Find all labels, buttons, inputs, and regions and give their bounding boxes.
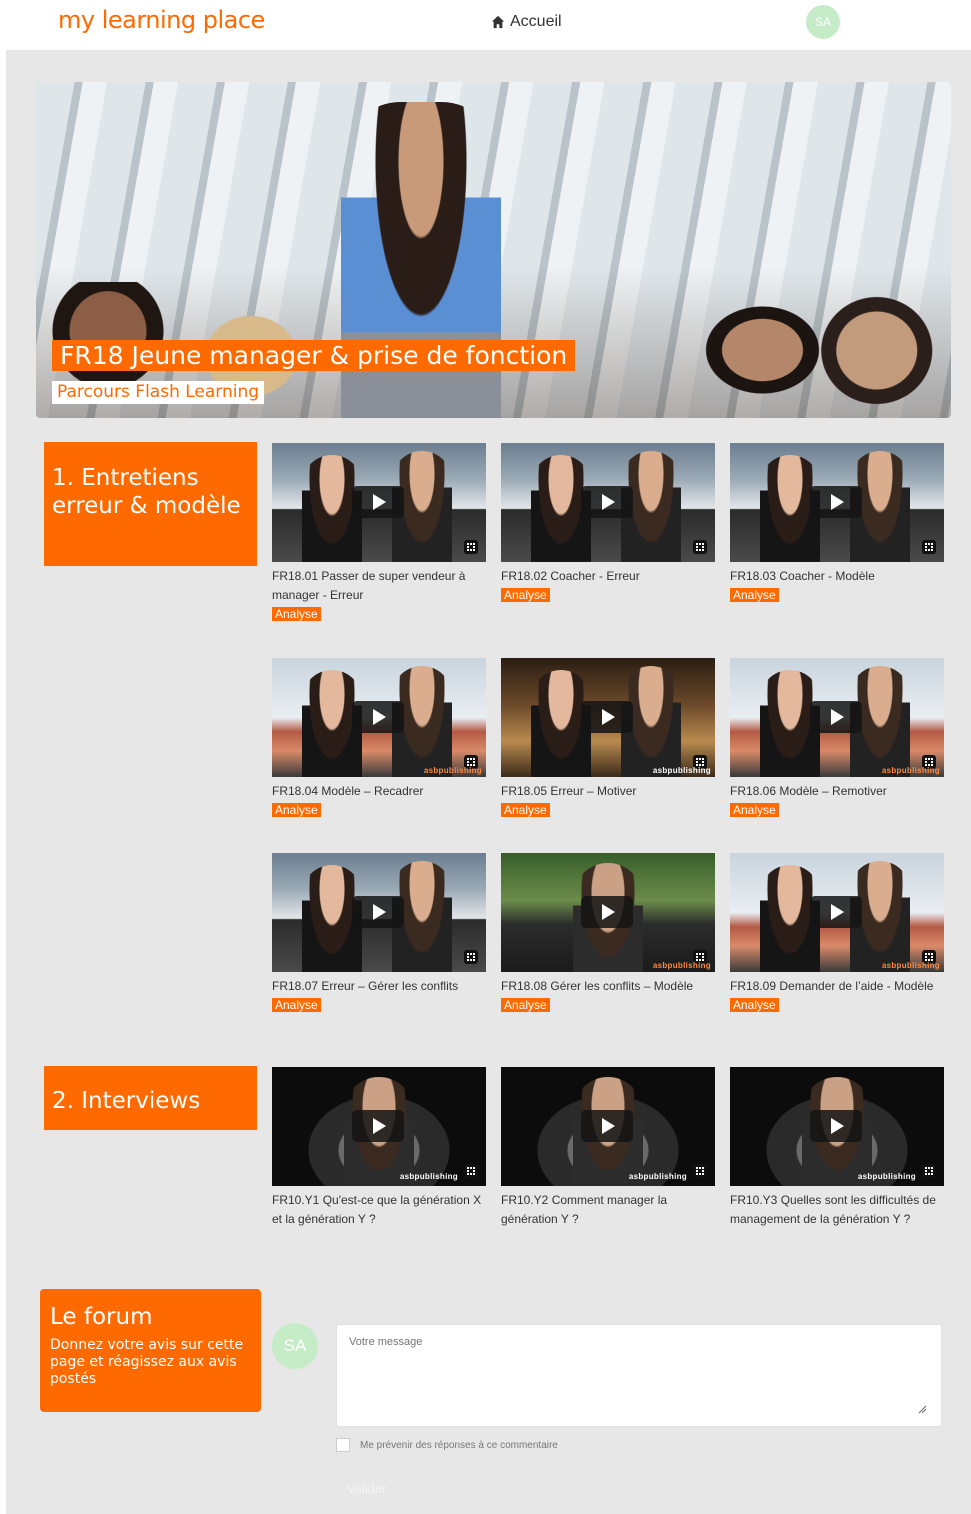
brand-watermark: asbpublishing [399,1172,458,1181]
analyse-badge[interactable]: Analyse [501,998,550,1012]
video-title[interactable]: FR18.02 Coacher - Erreur [501,567,715,586]
video-card[interactable]: FR18.01 Passer de super vendeur à manage… [272,443,486,623]
brand-watermark: asbpublishing [881,961,940,970]
brand-watermark: asbpublishing [857,1172,916,1181]
course-title: FR18 Jeune manager & prise de fonction [52,340,576,371]
play-icon[interactable] [810,486,862,518]
video-card[interactable]: FR18.03 Coacher - Modèle Analyse [730,443,944,604]
play-icon[interactable] [352,896,404,928]
analyse-badge[interactable]: Analyse [501,803,550,817]
hero-image-person [816,292,951,418]
analyse-badge[interactable]: Analyse [730,803,779,817]
nav-home-link[interactable]: Accueil [491,13,562,31]
brand-watermark: asbpublishing [881,766,940,775]
video-title[interactable]: FR18.03 Coacher - Modèle [730,567,944,586]
video-thumbnail[interactable]: asbpublishing [730,658,944,777]
fullscreen-icon[interactable] [922,1164,936,1178]
brand-watermark: asbpublishing [652,961,711,970]
notify-checkbox[interactable] [336,1438,350,1452]
play-icon[interactable] [581,486,633,518]
play-icon[interactable] [581,896,633,928]
notify-label: Me prévenir des réponses à ce commentair… [360,1439,558,1451]
video-thumbnail[interactable] [272,853,486,972]
video-thumbnail[interactable]: asbpublishing [501,1067,715,1186]
video-title[interactable]: FR18.06 Modèle – Remotiver [730,782,944,801]
section-title-entretiens: 1. Entretiens erreur & modèle [44,442,257,566]
fullscreen-icon[interactable] [464,950,478,964]
brand-watermark: asbpublishing [423,766,482,775]
message-input[interactable] [336,1324,942,1427]
play-icon[interactable] [352,701,404,733]
brand-watermark: asbpublishing [652,766,711,775]
notify-option[interactable]: Me prévenir des réponses à ce commentair… [336,1438,558,1452]
forum-description: Donnez votre avis sur cette page et réag… [50,1337,244,1387]
video-title[interactable]: FR10.Y3 Quelles sont les difficultés de … [730,1191,944,1229]
analyse-badge[interactable]: Analyse [272,607,321,621]
video-card[interactable]: asbpublishing FR18.05 Erreur – Motiver A… [501,658,715,819]
brand-watermark: asbpublishing [628,1172,687,1181]
analyse-badge[interactable]: Analyse [730,998,779,1012]
video-thumbnail[interactable]: asbpublishing [730,1067,944,1186]
video-card[interactable]: asbpublishing FR10.Y3 Quelles sont les d… [730,1067,944,1229]
video-card[interactable]: asbpublishing FR10.Y2 Comment manager la… [501,1067,715,1229]
video-card[interactable]: asbpublishing FR18.08 Gérer les conflits… [501,853,715,1014]
top-navigation-bar: my learning place Accueil SA [0,0,971,50]
fullscreen-icon[interactable] [693,1164,707,1178]
nav-home-label: Accueil [510,13,562,30]
play-icon[interactable] [810,896,862,928]
user-avatar[interactable]: SA [806,5,840,39]
video-card[interactable]: FR18.07 Erreur – Gérer les conflits Anal… [272,853,486,1014]
video-thumbnail[interactable]: asbpublishing [501,658,715,777]
section-title-interviews: 2. Interviews [44,1066,257,1130]
video-title[interactable]: FR10.Y2 Comment manager la génération Y … [501,1191,715,1229]
video-title[interactable]: FR18.01 Passer de super vendeur à manage… [272,567,486,605]
resize-handle-icon[interactable] [917,1404,927,1414]
video-card[interactable]: asbpublishing FR18.09 Demander de l’aide… [730,853,944,1014]
analyse-badge[interactable]: Analyse [272,998,321,1012]
video-title[interactable]: FR18.04 Modèle – Recadrer [272,782,486,801]
play-icon[interactable] [581,701,633,733]
logo[interactable]: my learning place [58,6,265,34]
forum-user-avatar: SA [272,1323,318,1369]
video-thumbnail[interactable] [501,443,715,562]
analyse-badge[interactable]: Analyse [501,588,550,602]
analyse-badge[interactable]: Analyse [730,588,779,602]
video-thumbnail[interactable] [272,443,486,562]
video-thumbnail[interactable] [730,443,944,562]
play-icon[interactable] [810,701,862,733]
play-icon[interactable] [352,1110,404,1142]
fullscreen-icon[interactable] [464,540,478,554]
video-thumbnail[interactable]: asbpublishing [730,853,944,972]
home-icon [491,15,505,29]
video-title[interactable]: FR10.Y1 Qu'est-ce que la génération X et… [272,1191,486,1229]
video-title[interactable]: FR18.05 Erreur – Motiver [501,782,715,801]
play-icon[interactable] [581,1110,633,1142]
video-title[interactable]: FR18.07 Erreur – Gérer les conflits [272,977,486,996]
analyse-badge[interactable]: Analyse [272,803,321,817]
video-thumbnail[interactable]: asbpublishing [272,1067,486,1186]
play-icon[interactable] [352,486,404,518]
fullscreen-icon[interactable] [922,540,936,554]
video-title[interactable]: FR18.08 Gérer les conflits – Modèle [501,977,715,996]
course-subtitle: Parcours Flash Learning [52,381,265,404]
video-card[interactable]: asbpublishing FR10.Y1 Qu'est-ce que la g… [272,1067,486,1229]
video-card[interactable]: asbpublishing FR18.06 Modèle – Remotiver… [730,658,944,819]
video-thumbnail[interactable]: asbpublishing [501,853,715,972]
video-card[interactable]: asbpublishing FR18.04 Modèle – Recadrer … [272,658,486,819]
video-thumbnail[interactable]: asbpublishing [272,658,486,777]
forum-title: Le forum [50,1304,153,1330]
forum-panel: Le forum Donnez votre avis sur cette pag… [40,1289,261,1412]
video-title[interactable]: FR18.09 Demander de l’aide - Modèle [730,977,944,996]
video-card[interactable]: FR18.02 Coacher - Erreur Analyse [501,443,715,604]
fullscreen-icon[interactable] [693,540,707,554]
submit-button[interactable]: Valider [347,1481,387,1496]
fullscreen-icon[interactable] [464,1164,478,1178]
play-icon[interactable] [810,1110,862,1142]
